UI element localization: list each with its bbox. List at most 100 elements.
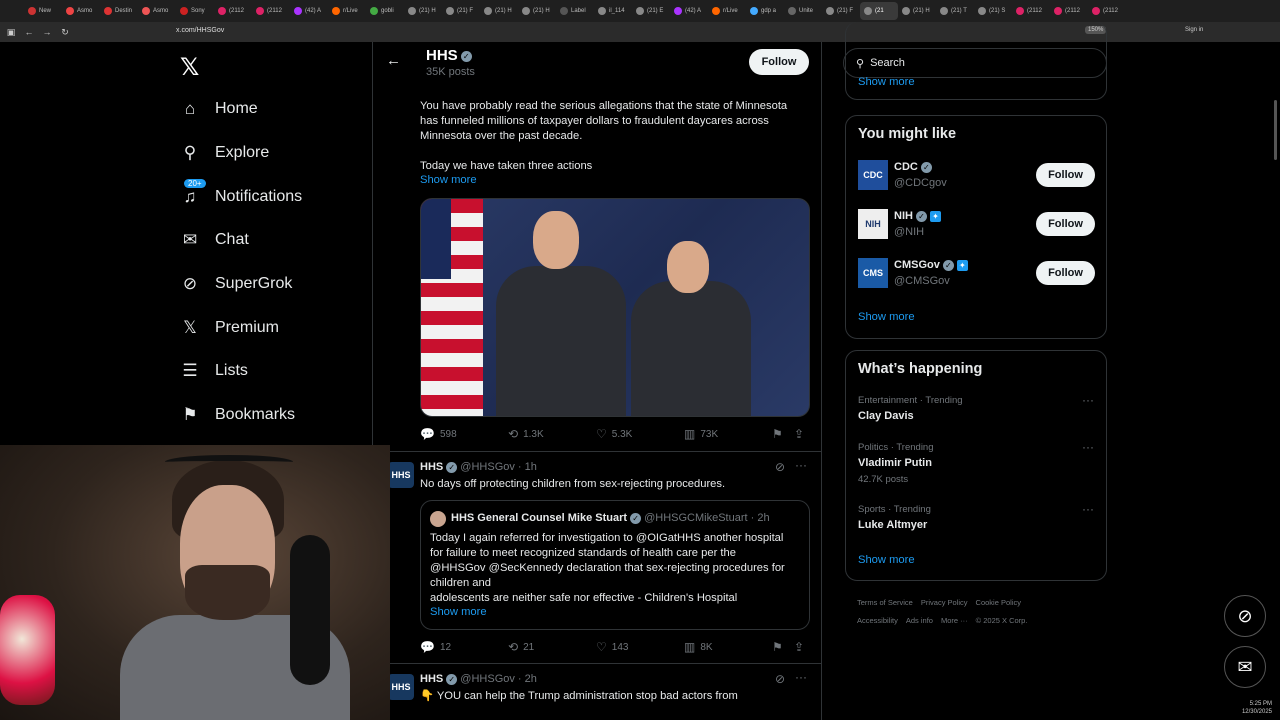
views-button[interactable]: ▥ 73K <box>684 427 772 441</box>
sign-in-button[interactable]: Sign in <box>1185 27 1203 33</box>
scrollbar[interactable] <box>1274 100 1277 160</box>
nav-item-supergrok[interactable]: ⊘ SuperGrok <box>178 272 293 296</box>
show-more-link[interactable]: Show more <box>858 76 915 88</box>
repost-button[interactable]: ⟲ 1.3K <box>508 427 596 441</box>
avatar[interactable]: CDC <box>858 160 888 190</box>
browser-tab[interactable]: (21) T <box>936 2 974 20</box>
more-options-icon[interactable]: ··· <box>1082 393 1094 407</box>
bookmark-button[interactable]: ⚑ <box>772 640 794 654</box>
show-more-link[interactable]: Show more <box>430 606 487 618</box>
browser-tab[interactable]: (2112 <box>214 2 252 20</box>
nav-item-chat[interactable]: ✉ Chat <box>178 228 249 252</box>
show-more-link[interactable]: Show more <box>420 174 477 186</box>
avatar[interactable]: NIH <box>858 209 888 239</box>
browser-tab[interactable]: Destin <box>100 2 138 20</box>
grok-fab-button[interactable]: ⊘ <box>1224 595 1266 637</box>
tweet-video[interactable] <box>420 198 810 417</box>
trend-item[interactable]: Vladimir Putin <box>858 457 932 469</box>
follow-button[interactable]: Follow <box>1036 212 1095 236</box>
browser-tab[interactable]: il_114 <box>594 2 632 20</box>
browser-tab[interactable]: (21) H <box>518 2 556 20</box>
grok-icon[interactable]: ⊘ <box>775 672 785 686</box>
x-logo-icon[interactable]: 𝕏 <box>180 53 199 82</box>
views-button[interactable]: ▥ 8K <box>684 640 772 654</box>
quote-text-line: for failure to meet recognized standards… <box>430 547 736 559</box>
url-field[interactable]: x.com/HHSGov <box>176 27 224 34</box>
sidebar-toggle-icon[interactable]: ▣ <box>4 27 18 38</box>
browser-tab[interactable]: Label <box>556 2 594 20</box>
grok-icon[interactable]: ⊘ <box>775 460 785 474</box>
footer-link[interactable]: Terms of Service <box>857 598 913 607</box>
reply-button[interactable]: 💬 598 <box>420 427 508 441</box>
browser-tab[interactable]: r/Live <box>708 2 746 20</box>
forward-icon[interactable]: → <box>40 27 54 37</box>
nav-item-explore[interactable]: ⚲ Explore <box>178 141 269 165</box>
follow-button[interactable]: Follow <box>749 49 809 75</box>
messages-fab-button[interactable]: ✉ <box>1224 646 1266 688</box>
share-button[interactable]: ⇪ <box>794 427 809 441</box>
browser-tab[interactable]: (21) F <box>442 2 480 20</box>
browser-tab[interactable]: (2112 <box>1050 2 1088 20</box>
browser-tab[interactable]: (42) A <box>290 2 328 20</box>
suggestion-name[interactable]: CMSGov ✓ ✦ <box>894 259 968 271</box>
browser-tab[interactable]: Unite <box>784 2 822 20</box>
footer-link[interactable]: Cookie Policy <box>976 598 1021 607</box>
footer-links: Terms of Service Privacy Policy Cookie Pol… <box>857 594 1097 630</box>
browser-tab[interactable]: (21 <box>860 2 898 20</box>
browser-tab[interactable]: (42) A <box>670 2 708 20</box>
back-arrow-icon[interactable]: ← <box>386 52 401 69</box>
browser-tab[interactable]: r/Live <box>328 2 366 20</box>
browser-tab[interactable]: (2112 <box>1012 2 1050 20</box>
browser-tab[interactable]: Sony <box>176 2 214 20</box>
browser-tab[interactable]: Asmo <box>62 2 100 20</box>
footer-link[interactable]: Ads info <box>906 616 933 625</box>
footer-link[interactable]: Accessibility <box>857 616 898 625</box>
browser-tab[interactable]: (2112 <box>252 2 290 20</box>
suggestion-name[interactable]: NIH ✓ ✦ <box>894 210 941 222</box>
nav-item-lists[interactable]: ☰ Lists <box>178 359 248 383</box>
trend-category: Entertainment · Trending <box>858 395 963 406</box>
browser-tab[interactable]: (21) H <box>480 2 518 20</box>
browser-tab[interactable]: Asmo <box>138 2 176 20</box>
avatar[interactable]: HHS <box>388 462 414 488</box>
trend-item[interactable]: Luke Altmyer <box>858 519 927 531</box>
nav-item-premium[interactable]: 𝕏 Premium <box>178 316 279 340</box>
reload-icon[interactable]: ↻ <box>58 27 72 38</box>
nav-item-notifications[interactable]: ♫ 20+ Notifications <box>178 179 302 209</box>
share-button[interactable]: ⇪ <box>794 640 809 654</box>
like-button[interactable]: ♡ 143 <box>596 640 684 654</box>
follow-button[interactable]: Follow <box>1036 163 1095 187</box>
timeline[interactable]: ← HHS ✓ 35K posts Follow You have probabl… <box>373 42 821 720</box>
trend-item[interactable]: Clay Davis <box>858 410 914 422</box>
back-icon[interactable]: ← <box>22 27 36 37</box>
repost-button[interactable]: ⟲ 21 <box>508 640 596 654</box>
reply-button[interactable]: 💬 12 <box>420 640 508 654</box>
quoted-tweet[interactable]: HHS General Counsel Mike Stuart ✓ @HHSGCM… <box>420 500 810 630</box>
browser-tab[interactable]: (21) H <box>404 2 442 20</box>
avatar[interactable]: HHS <box>388 674 414 700</box>
nav-item-bookmarks[interactable]: ⚑ Bookmarks <box>178 403 295 427</box>
browser-tab[interactable]: gdp a <box>746 2 784 20</box>
follow-button[interactable]: Follow <box>1036 261 1095 285</box>
more-options-icon[interactable]: ··· <box>795 458 807 472</box>
suggestion-name[interactable]: CDC ✓ <box>894 161 932 173</box>
nav-item-home[interactable]: ⌂ Home <box>178 97 258 121</box>
show-more-link[interactable]: Show more <box>858 554 915 566</box>
more-options-icon[interactable]: ··· <box>1082 440 1094 454</box>
more-options-icon[interactable]: ··· <box>1082 502 1094 516</box>
footer-link[interactable]: © 2025 X Corp. <box>976 616 1028 625</box>
browser-tab[interactable]: (21) F <box>822 2 860 20</box>
show-more-link[interactable]: Show more <box>858 311 915 323</box>
avatar[interactable]: CMS <box>858 258 888 288</box>
browser-tab[interactable]: (21) H <box>898 2 936 20</box>
browser-tab[interactable]: (2112 <box>1088 2 1126 20</box>
like-button[interactable]: ♡ 5.3K <box>596 427 684 441</box>
browser-tab[interactable]: gobli <box>366 2 404 20</box>
bookmark-button[interactable]: ⚑ <box>772 427 794 441</box>
footer-link[interactable]: Privacy Policy <box>921 598 968 607</box>
footer-link[interactable]: More ··· <box>941 616 968 625</box>
browser-tab[interactable]: New <box>24 2 62 20</box>
browser-tab[interactable]: (21) S <box>974 2 1012 20</box>
more-options-icon[interactable]: ··· <box>795 670 807 684</box>
browser-tab[interactable]: (21) E <box>632 2 670 20</box>
